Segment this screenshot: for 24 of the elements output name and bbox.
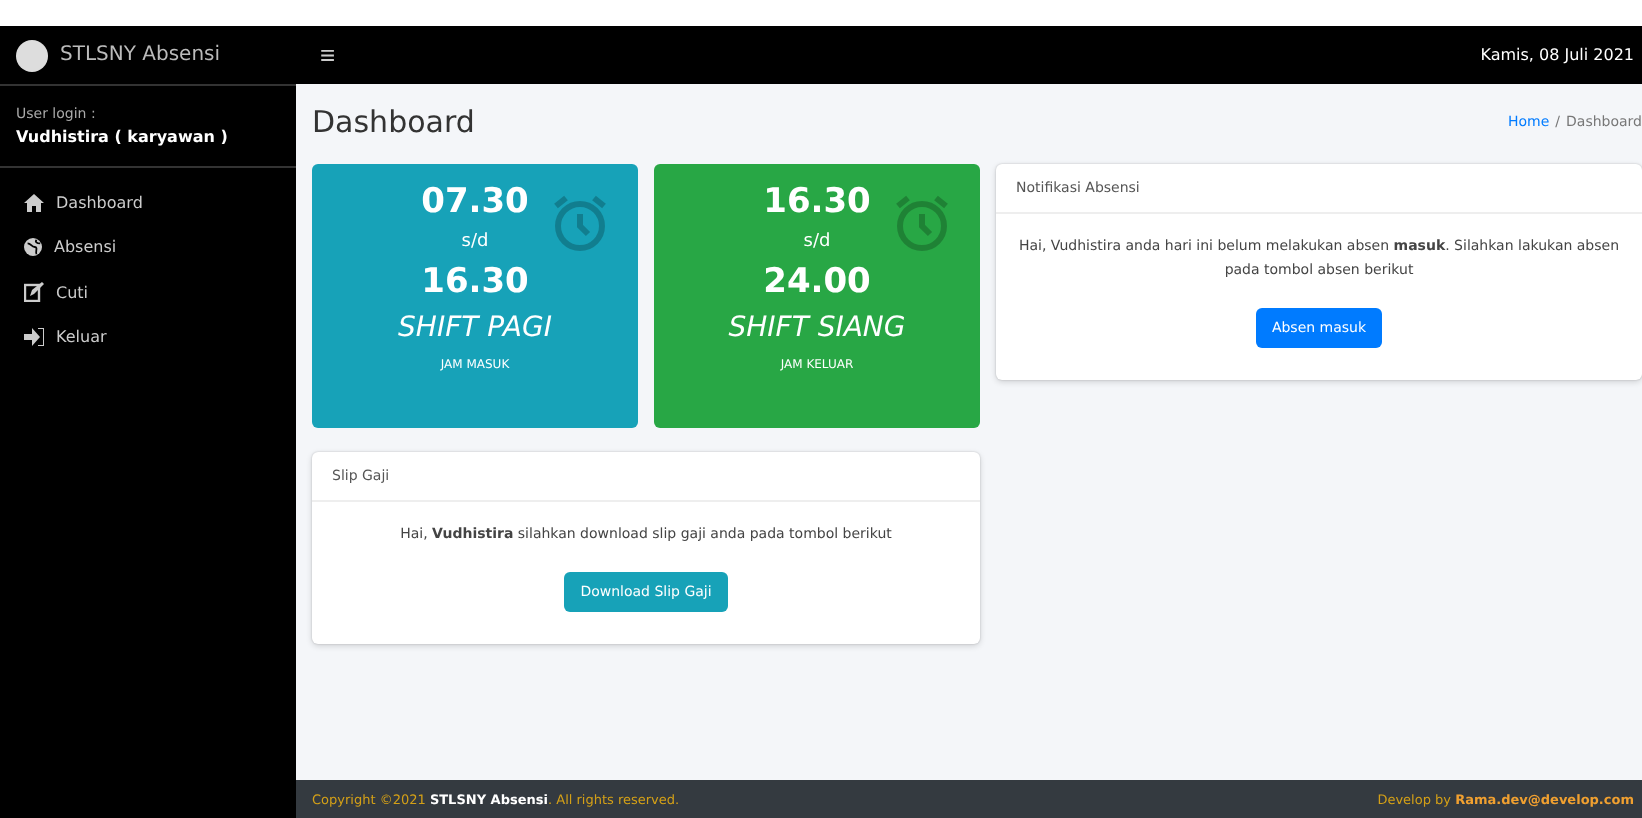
alarm-clock-icon bbox=[550, 192, 610, 252]
edit-icon bbox=[24, 282, 44, 302]
date-text: Kamis, 08 Juli 2021 bbox=[1480, 46, 1634, 64]
page-title: Dashboard bbox=[312, 104, 475, 140]
alarm-clock-icon bbox=[892, 192, 952, 252]
shift-end-time: 24.00 bbox=[763, 260, 871, 304]
shift-name: SHIFT SIANG bbox=[728, 310, 906, 348]
exit-icon bbox=[24, 328, 44, 346]
menu-button[interactable]: ≡ bbox=[316, 40, 340, 70]
sidebar-item[interactable]: Keluar bbox=[16, 322, 280, 352]
shift-name: SHIFT PAGI bbox=[398, 310, 552, 348]
shift-start-time: 07.30 bbox=[421, 180, 529, 224]
user-name: Vudhistira ( karyawan ) bbox=[16, 128, 230, 146]
sidebar-item[interactable]: Cuti bbox=[16, 276, 280, 308]
shift-separator: s/d bbox=[803, 230, 831, 256]
shift-start-time: 16.30 bbox=[763, 180, 871, 224]
sidebar-item[interactable]: Dashboard bbox=[16, 188, 280, 218]
brand-name: STLSNY Absensi bbox=[60, 44, 221, 66]
sidebar-item[interactable]: Absensi bbox=[16, 232, 280, 262]
shift-separator: s/d bbox=[461, 230, 489, 256]
brand-logo bbox=[16, 39, 48, 71]
home-icon bbox=[24, 194, 44, 212]
globe-icon bbox=[24, 238, 42, 256]
shift-end-time: 16.30 bbox=[421, 260, 529, 304]
